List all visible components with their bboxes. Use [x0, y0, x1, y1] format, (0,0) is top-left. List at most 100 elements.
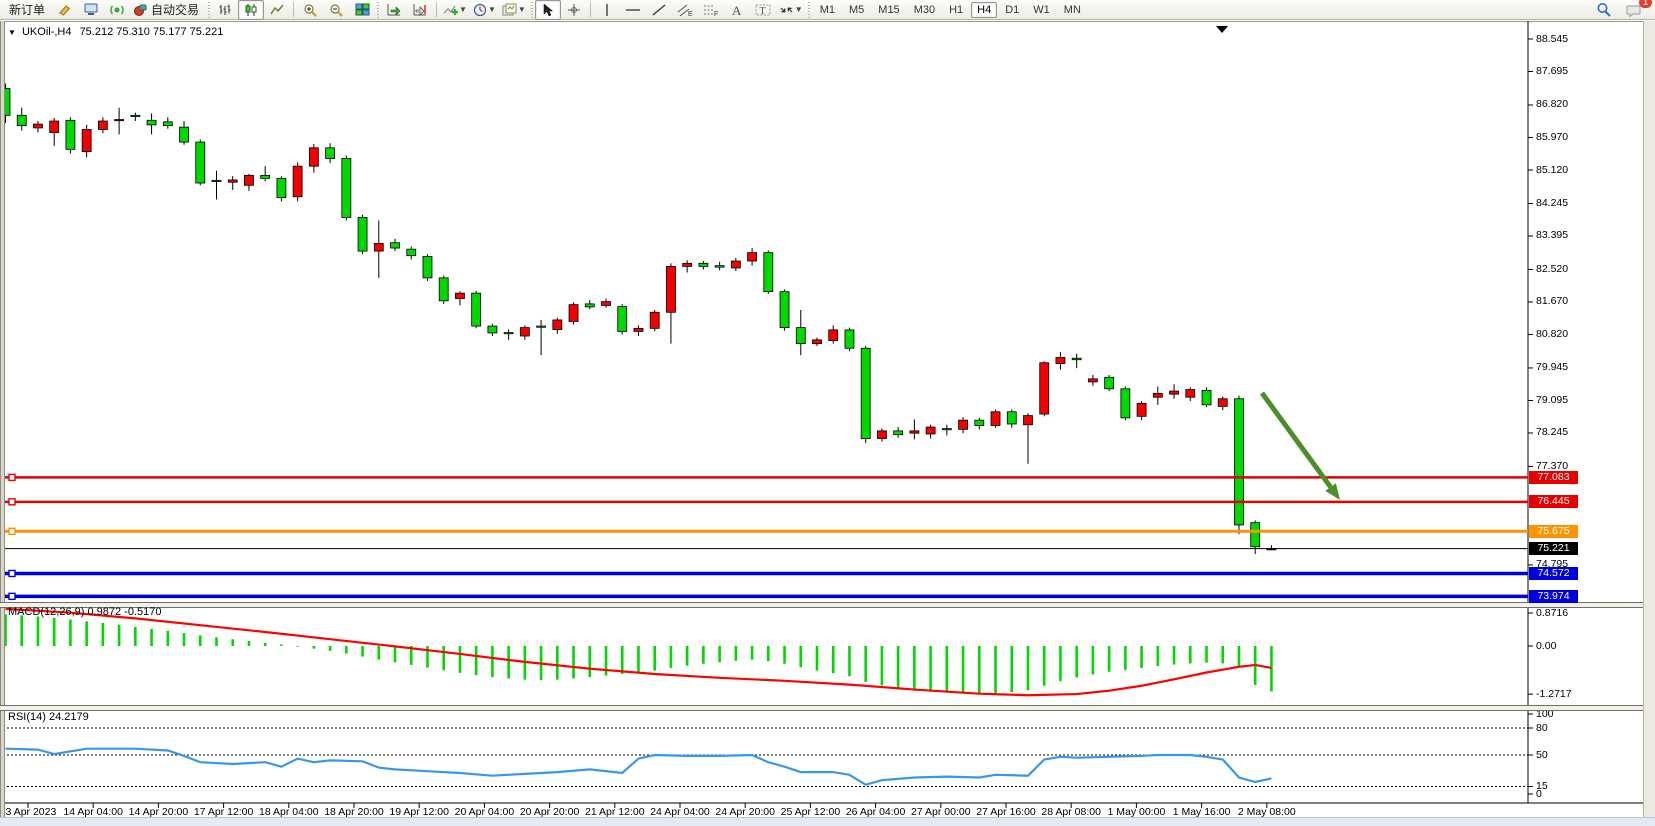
hammer-icon[interactable] [52, 0, 78, 20]
toolbar-separator [590, 2, 591, 17]
line-price-badge: 77.083 [1529, 471, 1578, 484]
price-tick-label: 79.945 [1536, 361, 1568, 373]
candle [439, 278, 448, 301]
equidistant-channel-icon[interactable]: E [672, 0, 698, 20]
toolbar-grip [377, 2, 379, 18]
candle [115, 120, 124, 121]
candlestick-chart-icon[interactable] [238, 0, 264, 20]
candle [894, 431, 903, 435]
horizontal-line-icon[interactable] [620, 0, 646, 20]
candle [1170, 391, 1179, 394]
candle [1088, 379, 1097, 382]
candle [553, 320, 562, 330]
candle [569, 305, 578, 322]
line-handle[interactable] [9, 499, 15, 505]
text-icon[interactable]: A [724, 0, 750, 20]
candle [650, 312, 659, 328]
trendline-icon[interactable] [646, 0, 672, 20]
rsi-tick-label: 80 [1536, 722, 1548, 734]
timeframe-button-m5[interactable]: M5 [843, 2, 870, 18]
candle [342, 159, 351, 218]
terminal-icon[interactable] [78, 0, 104, 20]
candle [618, 307, 627, 332]
candle [1121, 389, 1130, 418]
chart-shift-marker[interactable] [1216, 26, 1228, 33]
candle [991, 412, 1000, 426]
toolbar-separator [293, 2, 294, 17]
toolbar-grip [808, 2, 810, 18]
toolbar-separator [436, 2, 437, 17]
timeframe-button-d1[interactable]: D1 [999, 2, 1025, 18]
templates-icon[interactable]: ▼ [499, 0, 529, 20]
pane-splitter[interactable] [0, 602, 1643, 608]
one-click-arrow-icon[interactable]: ▼ [8, 28, 16, 37]
line-handle[interactable] [9, 528, 15, 534]
periods-icon[interactable]: ▼ [470, 0, 499, 20]
chart-shift-icon[interactable] [407, 0, 433, 20]
candle [277, 178, 286, 197]
signal-icon[interactable] [104, 0, 130, 20]
zoom-out-icon[interactable] [323, 0, 349, 20]
candle [666, 266, 675, 312]
candle [1056, 357, 1065, 363]
crosshair-icon[interactable] [561, 0, 587, 20]
autotrade-label: 自动交易 [147, 1, 203, 18]
timeframe-button-m1[interactable]: M1 [814, 2, 841, 18]
new-order-label: 新订单 [5, 1, 49, 18]
candle [845, 330, 854, 348]
trading-terminal: 新订单 自动交易 [0, 0, 1655, 825]
pane-splitter[interactable] [0, 705, 1643, 711]
timeframe-button-h4[interactable]: H4 [971, 2, 997, 18]
macd-tick-label: -1.2717 [1536, 688, 1572, 700]
channel-letter: E [688, 11, 693, 17]
tile-windows-icon[interactable] [349, 0, 375, 20]
toolbar: 新订单 自动交易 [0, 0, 1655, 20]
candle [942, 429, 951, 430]
candle [780, 292, 789, 328]
price-tick-label: 86.820 [1536, 98, 1568, 110]
candle [699, 263, 708, 266]
candle [813, 340, 822, 344]
search-icon[interactable] [1591, 0, 1617, 20]
price-tick-label: 87.695 [1536, 65, 1568, 77]
arrows-icon[interactable]: ▼ [776, 0, 806, 20]
candle [212, 180, 221, 181]
candle [98, 121, 107, 129]
rsi-tick-label: 50 [1536, 749, 1548, 761]
zoom-in-icon[interactable] [297, 0, 323, 20]
timeframe-button-m30[interactable]: M30 [908, 2, 941, 18]
cursor-icon[interactable] [535, 0, 561, 20]
notifications-icon[interactable]: 1 [1621, 0, 1647, 20]
line-handle[interactable] [9, 593, 15, 599]
candle [407, 249, 416, 256]
timeframe-button-h1[interactable]: H1 [943, 2, 969, 18]
rsi-tick-label: 0 [1536, 788, 1542, 800]
fibonacci-icon[interactable]: F [698, 0, 724, 20]
trend-arrow-object[interactable] [1262, 393, 1331, 487]
ohlc-values: 75.212 75.310 75.177 75.221 [80, 26, 224, 38]
text-label-icon[interactable]: T [750, 0, 776, 20]
toolbar-grip [208, 2, 210, 18]
autotrade-button[interactable]: 自动交易 [130, 0, 206, 20]
candle [910, 431, 919, 433]
price-tick-label: 79.095 [1536, 394, 1568, 406]
candle [82, 129, 91, 151]
vertical-line-icon[interactable] [594, 0, 620, 20]
auto-scroll-icon[interactable] [381, 0, 407, 20]
candle [472, 293, 481, 326]
line-chart-icon[interactable] [264, 0, 290, 20]
window-right-edge [1643, 21, 1655, 825]
candle [1137, 403, 1146, 416]
price-tick-label: 85.120 [1536, 164, 1568, 176]
timeframe-button-mn[interactable]: MN [1058, 2, 1087, 18]
candle [975, 420, 984, 425]
bar-chart-icon[interactable] [212, 0, 238, 20]
indicators-icon[interactable]: ▼ [440, 0, 470, 20]
timeframe-button-m15[interactable]: M15 [872, 2, 905, 18]
timeframe-button-w1[interactable]: W1 [1027, 2, 1056, 18]
line-handle[interactable] [9, 474, 15, 480]
new-order-button[interactable]: 新订单 [2, 0, 52, 20]
candle [374, 243, 383, 251]
chart-plot [0, 0, 1655, 825]
line-handle[interactable] [9, 570, 15, 576]
